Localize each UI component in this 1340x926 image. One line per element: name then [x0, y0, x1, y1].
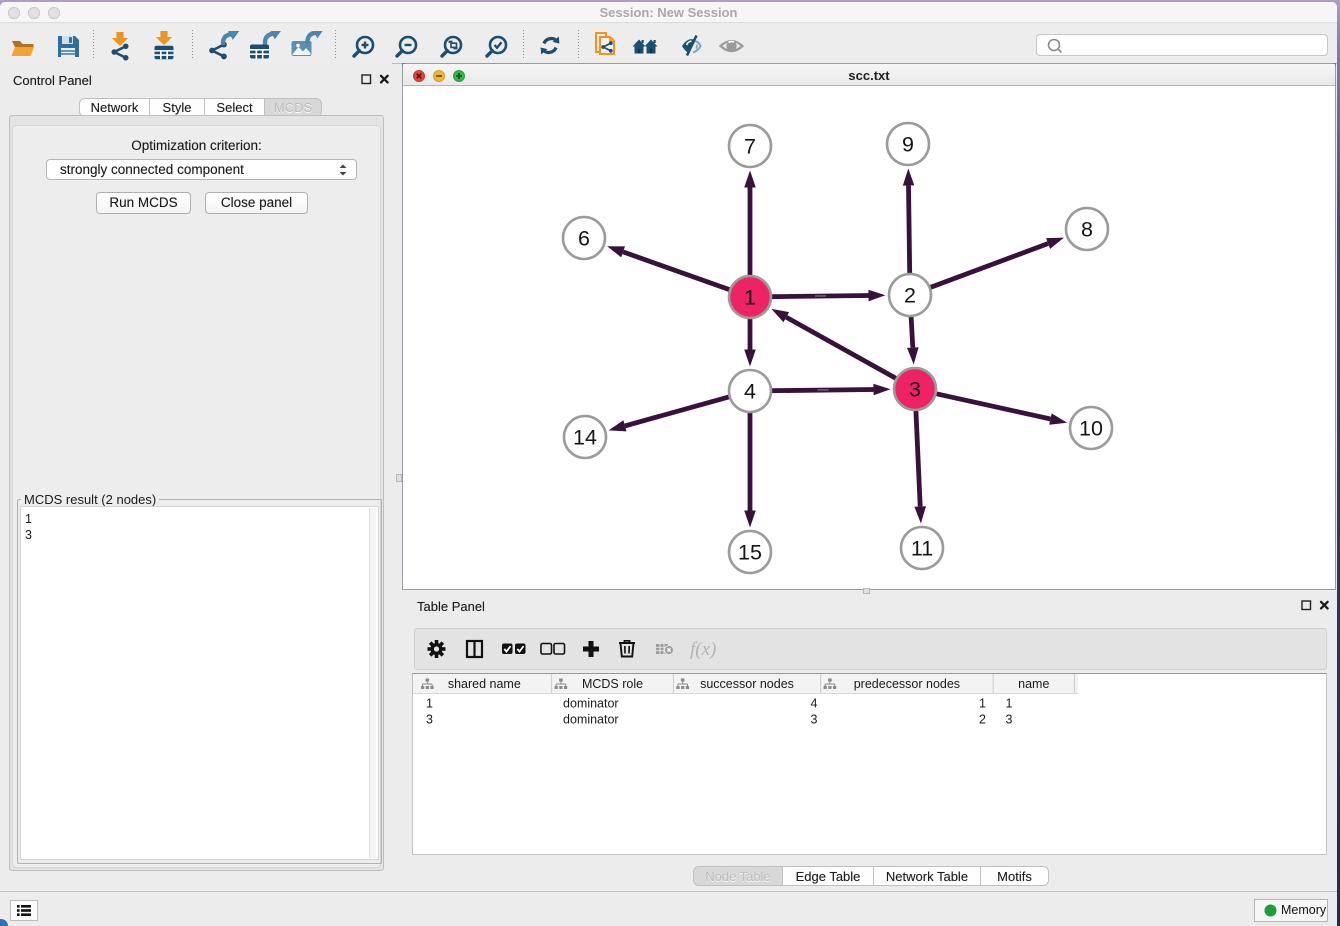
svg-text:4: 4	[744, 380, 756, 404]
svg-text:name: name	[1018, 677, 1049, 691]
svg-text:f(x): f(x)	[690, 639, 716, 660]
svg-text:11: 11	[911, 537, 933, 561]
svg-text:3: 3	[811, 713, 818, 727]
svg-text:4: 4	[811, 697, 818, 711]
svg-text:1: 1	[426, 697, 433, 711]
svg-text:3: 3	[1006, 713, 1013, 727]
svg-text:7: 7	[744, 135, 756, 159]
svg-text:3: 3	[909, 378, 921, 402]
svg-text:dominator: dominator	[563, 697, 619, 711]
svg-text:shared name: shared name	[448, 677, 521, 691]
svg-text:1: 1	[979, 697, 986, 711]
svg-text:6: 6	[578, 227, 590, 251]
svg-text:1: 1	[744, 286, 756, 310]
svg-text:3: 3	[426, 713, 433, 727]
svg-text:14: 14	[573, 426, 597, 450]
svg-text:15: 15	[738, 541, 762, 565]
svg-text:2: 2	[904, 284, 916, 308]
svg-text:dominator: dominator	[563, 713, 619, 727]
svg-text:10: 10	[1079, 417, 1103, 441]
svg-text:8: 8	[1081, 218, 1093, 242]
svg-text:2: 2	[979, 713, 986, 727]
svg-text:9: 9	[902, 133, 914, 157]
svg-text:1: 1	[1006, 697, 1013, 711]
svg-text:MCDS role: MCDS role	[582, 677, 643, 691]
svg-text:predecessor nodes: predecessor nodes	[854, 677, 960, 691]
svg-text:successor nodes: successor nodes	[700, 677, 794, 691]
